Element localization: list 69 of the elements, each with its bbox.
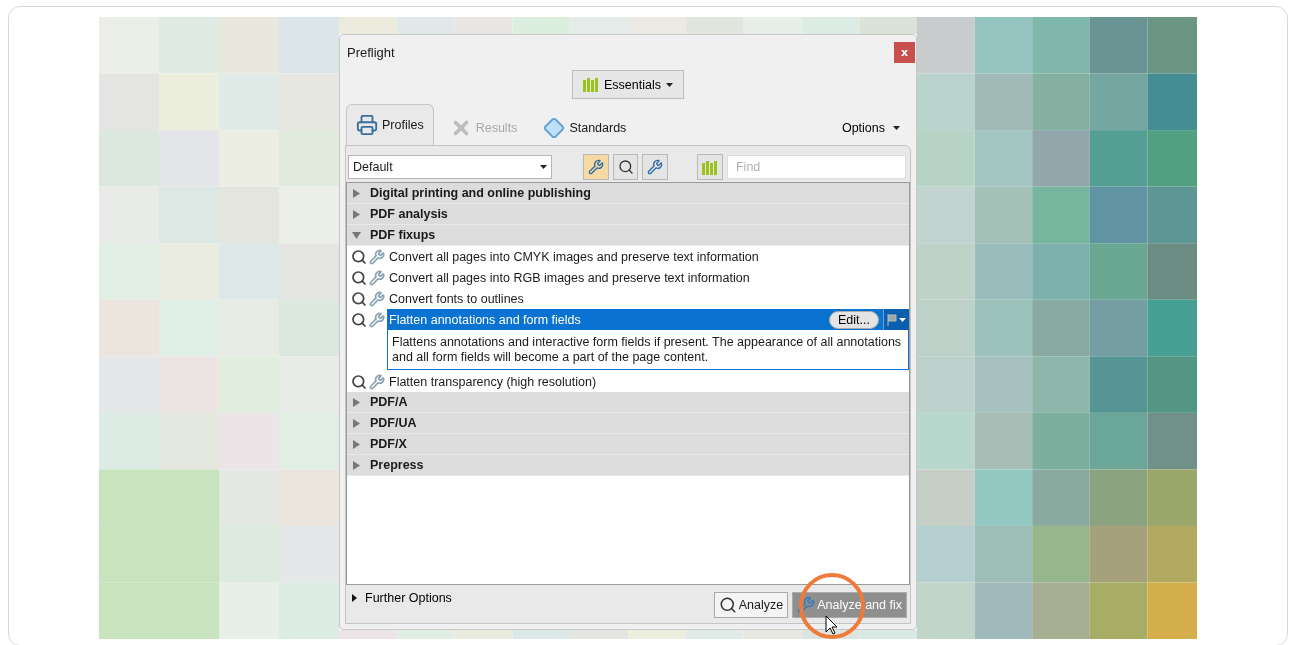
group-label: PDF analysis	[370, 207, 448, 221]
group-label: PDF/X	[370, 437, 407, 451]
group-label: PDF fixups	[370, 228, 436, 242]
search-icon[interactable]	[351, 311, 367, 328]
expand-arrow-icon[interactable]	[352, 439, 361, 449]
expand-arrow-icon[interactable]	[352, 397, 361, 407]
search-icon[interactable]	[351, 373, 367, 390]
group-row[interactable]: PDF/X	[347, 434, 909, 455]
bar-chart-icon	[583, 77, 599, 92]
group-label: Prepress	[370, 458, 424, 472]
group-label: PDF/A	[370, 395, 408, 409]
tab[interactable]: Profiles	[346, 104, 434, 145]
flag-icon	[887, 313, 897, 326]
wrench-icon	[647, 159, 664, 175]
action-button[interactable]: Analyze	[713, 592, 789, 618]
group-row[interactable]: Digital printing and online publishing	[347, 183, 909, 204]
profile-item[interactable]: Convert fonts to outlines	[387, 288, 909, 309]
tab[interactable]: Standards	[533, 109, 637, 145]
toolbox-button[interactable]	[583, 154, 609, 180]
flag-dropdown[interactable]	[883, 309, 909, 330]
expand-arrow-icon[interactable]	[352, 209, 361, 219]
wrench-icon	[797, 596, 816, 614]
group-row[interactable]: PDF fixups	[347, 225, 909, 246]
bar-chart-icon	[702, 159, 719, 175]
wrench-icon	[588, 159, 605, 175]
item-label: Convert all pages into CMYK images and preserve text information	[389, 249, 760, 264]
item-label: Flatten annotations and form fields	[389, 312, 582, 327]
item-description: Flattens annotations and interactive form fields if present. The appearance of all annotations and all form fields will become a part of the page content.	[387, 330, 909, 370]
expand-arrow-icon[interactable]	[352, 460, 361, 470]
wrench-button[interactable]	[642, 154, 668, 180]
search-icon[interactable]	[351, 248, 367, 265]
profile-item[interactable]: Convert all pages into CMYK images and preserve text information	[387, 246, 909, 267]
window-title: Preflight	[347, 44, 395, 60]
caret-icon	[893, 126, 900, 130]
expand-arrow-icon[interactable]	[352, 418, 361, 428]
profile-item[interactable]: Flatten transparency (high resolution)	[387, 371, 909, 392]
further-options-toggle[interactable]: Further Options	[352, 589, 452, 607]
group-row[interactable]: Prepress	[347, 455, 909, 476]
caret-icon	[899, 317, 906, 322]
search-icon	[617, 159, 634, 175]
find-field[interactable]: Find	[726, 155, 906, 179]
diamond-icon	[543, 116, 566, 139]
group-label: Digital printing and online publishing	[370, 186, 591, 200]
item-label: Convert all pages into RGB images and preserve text information	[389, 270, 751, 285]
edit-button[interactable]: Edit...	[829, 310, 879, 329]
caret-icon	[666, 82, 673, 87]
group-label: PDF/UA	[370, 416, 417, 430]
search-button[interactable]	[612, 154, 639, 180]
profile-item[interactable]: Flatten annotations and form fields Edit...	[387, 309, 909, 330]
group-row[interactable]: PDF/A	[347, 392, 909, 413]
group-row[interactable]: PDF/UA	[347, 413, 909, 434]
expand-arrow-icon[interactable]	[352, 188, 361, 198]
item-label: Flatten transparency (high resolution)	[389, 374, 598, 389]
search-icon	[718, 596, 737, 614]
close-button[interactable]: x	[894, 41, 915, 63]
select-value: Default	[353, 160, 393, 174]
collapse-arrow-icon[interactable]	[352, 230, 361, 240]
profile-select[interactable]: Default	[348, 155, 552, 179]
cursor-icon	[825, 615, 839, 635]
group-row[interactable]: PDF analysis	[347, 204, 909, 225]
search-icon[interactable]	[351, 269, 367, 286]
search-icon[interactable]	[351, 290, 367, 307]
expand-arrow-icon	[352, 594, 357, 602]
options-menu[interactable]: Options	[835, 111, 906, 145]
printer-icon	[356, 114, 378, 136]
caret-icon	[539, 165, 547, 169]
workspace-button[interactable]: Essentials	[572, 70, 684, 99]
item-label: Convert fonts to outlines	[389, 291, 525, 306]
profile-item[interactable]: Convert all pages into RGB images and preserve text information	[387, 267, 909, 288]
